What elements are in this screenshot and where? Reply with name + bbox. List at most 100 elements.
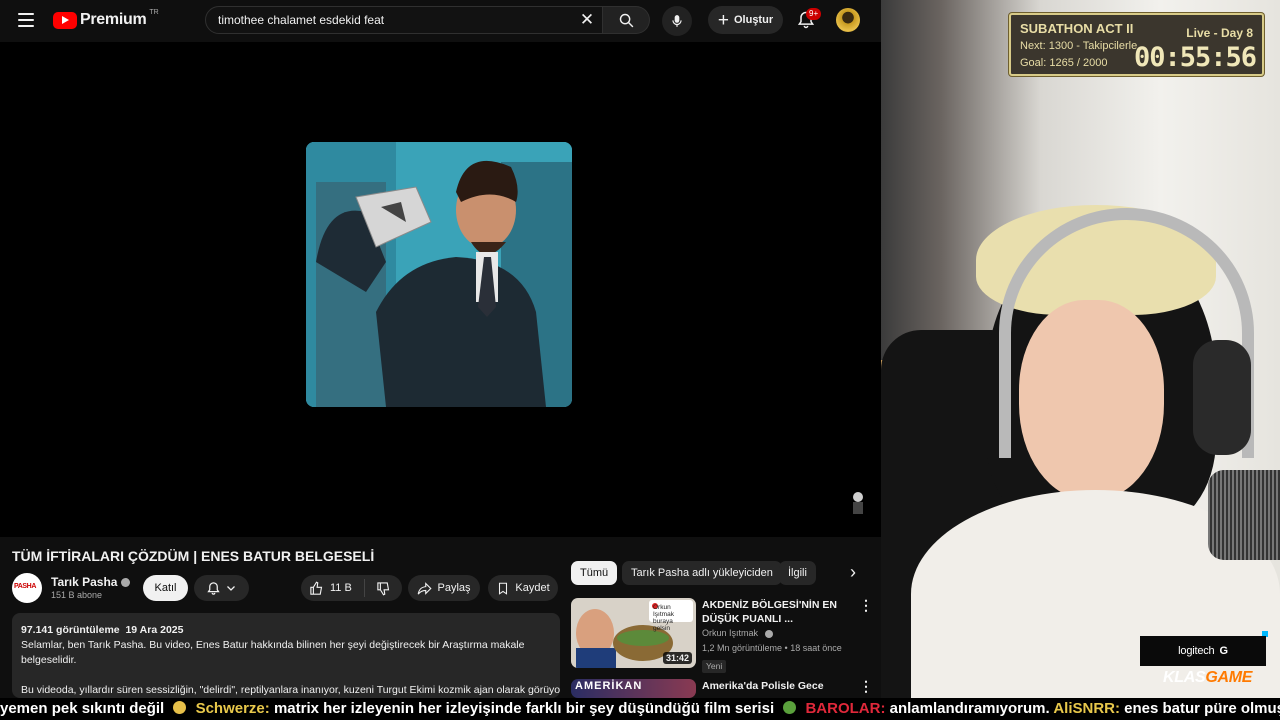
video-duration: 31:42 [662,652,692,664]
channel-name-row[interactable]: Tarık Pasha [51,575,131,589]
logo-region: TR [149,8,159,16]
subscriber-count: 151 B abone [51,590,103,600]
voice-search-button[interactable] [662,6,692,36]
brand-logo: KLASGAME [1163,669,1252,687]
bell-icon [207,581,220,595]
plus-icon: + [717,9,729,31]
user-avatar[interactable] [836,8,860,32]
verified-icon [121,578,131,588]
thumbnail-caption: Orkun Işıtmak buraya gelsin [653,604,674,632]
verified-icon [764,629,773,638]
ticker-message: matrix her izleyenin her izleyişinde far… [273,700,775,717]
create-label: Oluştur [733,14,774,26]
recommendation-info: AKDENİZ BÖLGESİ'NİN EN DÜŞÜK PUANLI ... … [702,598,857,674]
recommendation-info: Amerika'da Polisle Gece [702,679,857,693]
menu-icon[interactable] [18,13,34,27]
more-options-icon[interactable]: ⋮ [859,679,873,693]
thumbs-down-icon [377,581,390,595]
subathon-day: Live - Day 8 [1186,26,1253,40]
subathon-widget: SUBATHON ACT II Live - Day 8 Next: 1300 … [1009,13,1264,76]
description-line-1: Selamlar, ben Tarık Pasha. Bu video, Ene… [21,639,525,666]
save-button[interactable]: Kaydet [488,575,558,601]
recommendation-thumbnail[interactable]: AMERİKAN [571,679,696,698]
recommendation-meta: 1,2 Mn görüntüleme • 18 saat önce [702,643,842,653]
save-label: Kaydet [515,582,550,594]
subscription-notifications-button[interactable] [194,575,249,601]
brand-prefix: KLAS [1163,669,1206,686]
recommendation-views: 1,2 Mn görüntüleme [702,643,783,653]
join-button[interactable]: Katıl [143,575,188,601]
logitech-logo-icon: G [1219,645,1228,657]
video-title: TÜM İFTİRALARI ÇÖZDÜM | ENES BATUR BELGE… [12,548,375,564]
chevron-down-icon [227,586,235,591]
share-button[interactable]: Paylaş [408,575,480,601]
microphone [1208,470,1280,560]
webcam-feed [881,0,1280,698]
recommendation-channel[interactable]: Orkun Işıtmak [702,628,758,638]
description-box[interactable]: 97.141 görüntüleme 19 Ara 2025 Selamlar,… [12,613,560,698]
description-line-2: Bu videoda, yıllardır süren sessizliğin,… [21,684,560,696]
subathon-timer: 00:55:56 [1133,42,1257,73]
chip-uploader[interactable]: Tarık Pasha adlı yükleyiciden [622,561,782,585]
ticker-username: AliSNRR: [1053,700,1120,717]
like-button[interactable]: 11 B [301,581,364,596]
bookmark-icon [499,582,508,595]
logo-text: Premium [80,11,147,28]
sponsor-badge: logitech G [1140,636,1266,666]
channel-avatar[interactable] [12,573,42,603]
ticker-username: BAROLAR: [805,700,886,717]
description-meta: 97.141 görüntüleme 19 Ara 2025 [21,623,551,638]
like-count: 11 B [330,582,352,594]
dislike-button[interactable] [365,581,402,596]
description-spacer [21,668,551,683]
new-badge: Yeni [702,660,727,673]
clear-icon[interactable]: ✕ [572,10,602,30]
microphone-icon [672,15,682,27]
recommendation-title[interactable]: Amerika'da Polisle Gece [702,679,857,693]
create-button[interactable]: + Oluştur [708,6,783,34]
recommendation-item[interactable]: AMERİKAN Amerika'da Polisle Gece ⋮ [571,679,876,698]
recommendation-thumbnail[interactable]: Orkun Işıtmak buraya gelsin 31:42 [571,598,696,668]
more-options-icon[interactable]: ⋮ [859,598,873,612]
share-icon [418,581,433,595]
recommendation-item[interactable]: Orkun Işıtmak buraya gelsin 31:42 AKDENİ… [571,598,876,673]
ticker-message: yemen pek sıkıntı değil [0,700,165,717]
chevron-right-icon[interactable]: › [841,561,865,585]
subathon-title: SUBATHON ACT II [1020,21,1134,36]
publish-date: 19 Ara 2025 [125,624,184,636]
related-chips: Tümü Tarık Pasha adlı yükleyiciden İlgil… [571,561,871,585]
emote-icon [173,701,187,714]
youtube-play-icon [53,11,77,29]
chat-ticker: yemen pek sıkıntı değil Schwerze: matrix… [0,698,1280,720]
recommendation-channel-row: Orkun Işıtmak [702,626,857,641]
ticker-message: enes batur püre olmuş [1124,700,1280,717]
notifications-badge: 9+ [806,8,822,20]
headphone-cup [1193,340,1251,455]
view-count: 97.141 görüntüleme [21,624,120,636]
recommendation-title[interactable]: AKDENİZ BÖLGESİ'NİN EN DÜŞÜK PUANLI ... [702,598,857,626]
search-input[interactable]: timothee chalamet esdekid feat [206,13,572,27]
sponsor-name: logitech [1178,645,1215,657]
chip-related[interactable]: İlgili [779,561,816,585]
youtube-window: Premium TR timothee chalamet esdekid fea… [0,0,881,698]
search-icon [619,13,633,27]
video-thumbnail [306,142,572,407]
subathon-goal: Goal: 1265 / 2000 [1020,57,1108,69]
thumbs-up-icon [310,581,323,595]
channel-name[interactable]: Tarık Pasha [51,575,117,589]
youtube-topbar: Premium TR timothee chalamet esdekid fea… [0,0,881,42]
subathon-next: Next: 1300 - Takipcilerle [1020,40,1138,52]
chip-all[interactable]: Tümü [571,561,618,585]
thumbnail-image [306,142,572,407]
brand-suffix: GAME [1205,669,1253,686]
video-player[interactable] [0,42,881,537]
thumbnail-caption: AMERİKAN [575,680,643,692]
search-button[interactable] [603,6,650,34]
recommendation-age: 18 saat önce [790,643,842,653]
ticker-message: anlamlandıramıyorum. [889,700,1050,717]
player-corner-sticker [853,492,863,514]
search-box[interactable]: timothee chalamet esdekid feat ✕ [205,6,603,34]
emote-icon [783,701,797,714]
ticker-username: Schwerze: [195,700,270,717]
youtube-premium-logo[interactable]: Premium TR [53,8,159,29]
